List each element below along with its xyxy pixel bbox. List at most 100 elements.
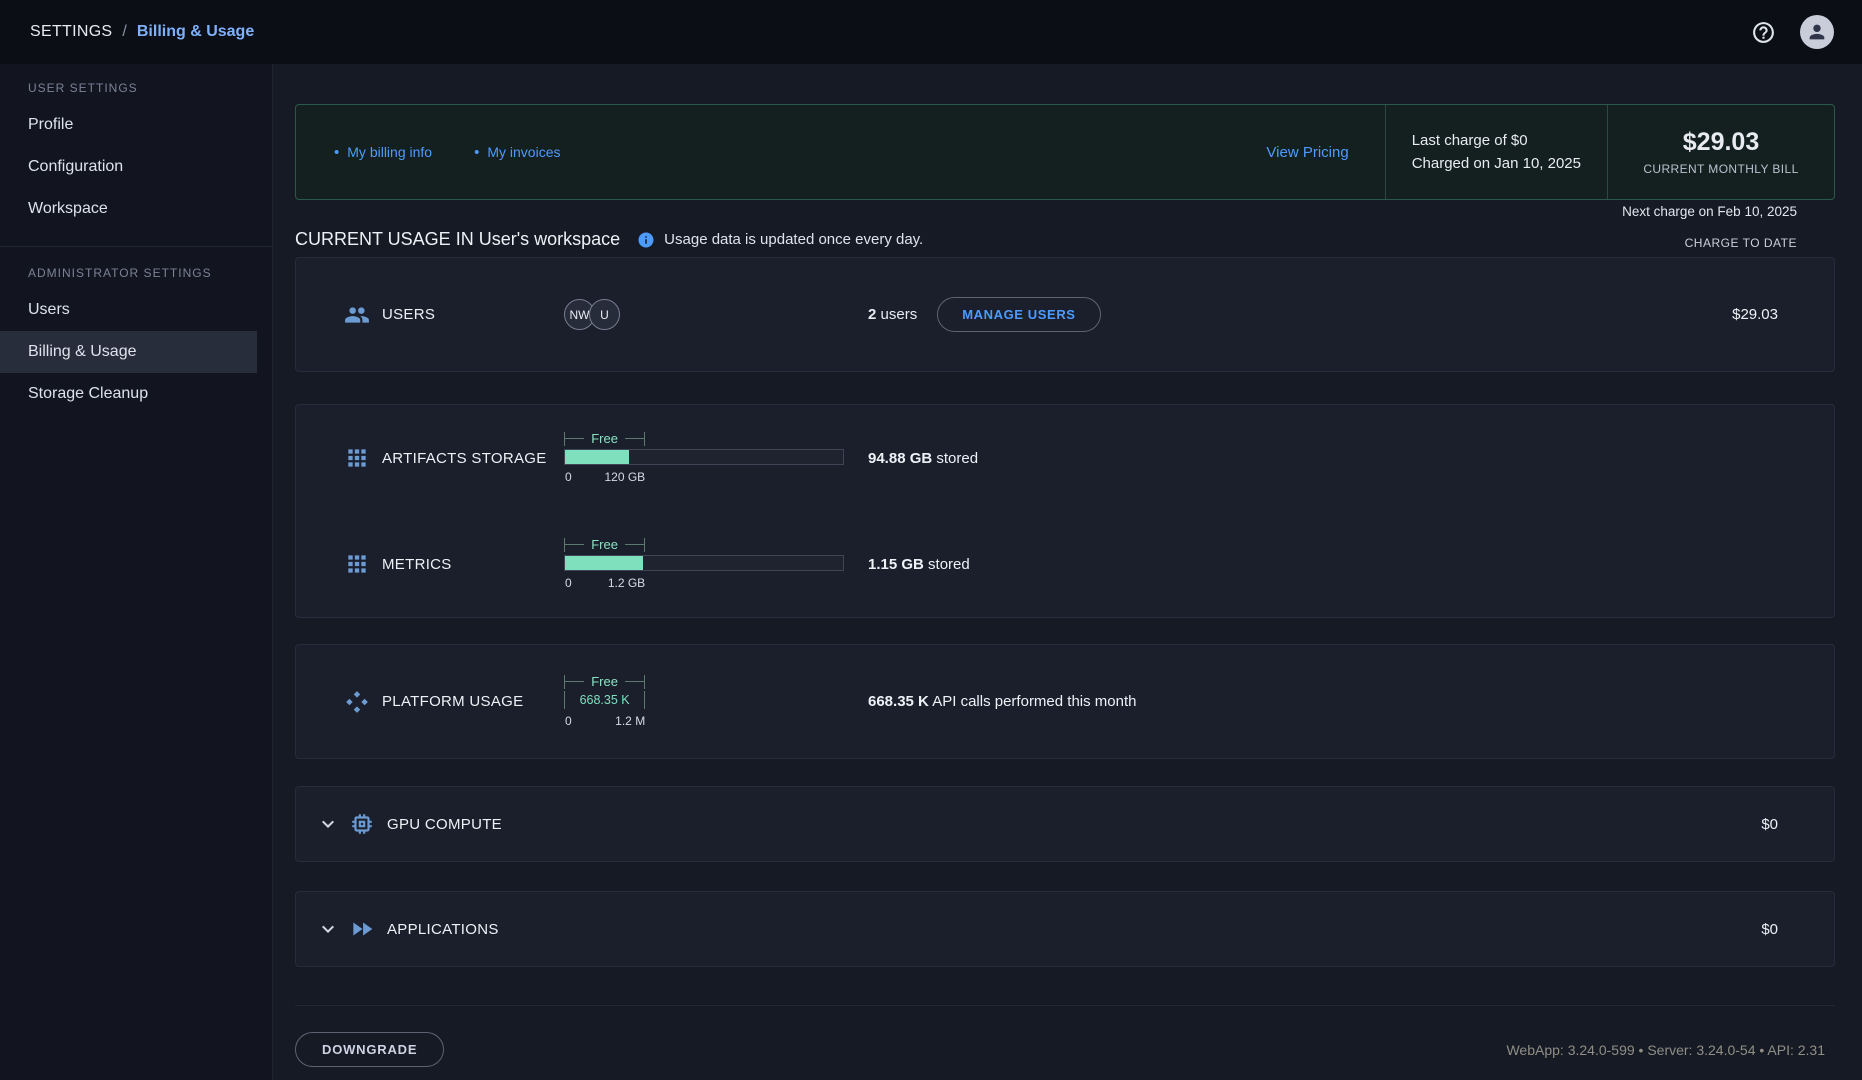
free-tier-label: Free [584,537,625,552]
my-invoices-label: My invoices [487,144,560,160]
users-label: USERS [382,306,564,323]
free-tier-bracket: Free [564,432,645,446]
applications-card: APPLICATIONS $0 [295,891,1835,967]
last-charge-date: Charged on Jan 10, 2025 [1412,155,1581,172]
sidebar-item-configuration[interactable]: Configuration [0,146,257,188]
users-group-icon [344,302,370,328]
api-calls-amount: 668.35 K [868,693,929,710]
manage-users-button[interactable]: MANAGE USERS [937,297,1100,332]
platform-usage-value: 668.35 K API calls performed this month [868,693,1136,710]
platform-usage-card: PLATFORM USAGE Free 668.35 K 0 1.2 M 668… [295,644,1835,759]
last-charge-block: Last charge of $0 Charged on Jan 10, 202… [1385,105,1608,199]
billing-summary-card: • My billing info • My invoices View Pri… [295,104,1835,200]
gpu-chip-icon [349,811,375,837]
avatar: U [589,299,620,330]
current-monthly-bill-block: $29.03 CURRENT MONTHLY BILL [1608,105,1834,199]
metrics-row: METRICS Free 0 1.2 GB 1.15 GB sto [296,511,1834,617]
sidebar-item-billing-usage[interactable]: Billing & Usage [0,331,257,373]
platform-usage-meter: Free 668.35 K 0 1.2 M [564,675,844,729]
breadcrumb-settings[interactable]: SETTINGS [30,23,112,41]
gpu-compute-label: GPU COMPUTE [387,816,502,833]
user-avatar-icon[interactable] [1800,15,1834,49]
settings-sidebar: USER SETTINGS Profile Configuration Work… [0,64,273,1080]
my-invoices-link[interactable]: • My invoices [474,144,560,161]
bracket-line [625,438,644,439]
current-monthly-bill-caption: CURRENT MONTHLY BILL [1643,162,1798,176]
app-root: SETTINGS / Billing & Usage USER SETTINGS… [0,0,1862,1080]
axis-max-label: 120 GB [604,470,645,484]
users-charge: $29.03 [1732,306,1778,323]
users-count: 2 users [868,306,917,323]
metrics-meter: Free 0 1.2 GB [564,538,844,591]
chevron-down-icon[interactable] [316,917,340,941]
artifacts-storage-row: ARTIFACTS STORAGE Free 0 120 GB 9 [296,405,1834,511]
artifacts-storage-meter: Free 0 120 GB [564,432,844,485]
footer: DOWNGRADE WebApp: 3.24.0-599 • Server: 3… [295,1006,1835,1067]
gpu-compute-card: GPU COMPUTE $0 [295,786,1835,862]
users-usage-card: USERS NW U 2 users MANAGE USERS $29.03 [295,257,1835,372]
sidebar-item-workspace[interactable]: Workspace [0,188,257,230]
grid-icon [344,551,370,577]
diamonds-icon [344,689,370,715]
usage-meter-fill [565,450,629,464]
users-count-suffix: users [876,306,917,323]
applications-row[interactable]: APPLICATIONS $0 [296,892,1834,966]
users-row: USERS NW U 2 users MANAGE USERS $29.03 [296,258,1834,371]
free-tier-label: Free [584,674,625,689]
usage-meter-track [564,449,844,465]
stored-amount: 94.88 GB [868,450,932,467]
storage-usage-card: ARTIFACTS STORAGE Free 0 120 GB 9 [295,404,1835,618]
sidebar-section-admin-settings: ADMINISTRATOR SETTINGS [0,267,272,279]
axis-max-label: 1.2 GB [608,576,645,590]
free-tier-label: Free [584,431,625,446]
axis-min-label: 0 [565,470,572,484]
chevron-down-icon[interactable] [316,812,340,836]
my-billing-info-link[interactable]: • My billing info [334,144,432,161]
charge-to-date-label: CHARGE TO DATE [1685,236,1835,250]
breadcrumb-separator: / [122,23,126,41]
usage-title: CURRENT USAGE IN User's workspace [295,229,620,250]
axis-min-label: 0 [565,714,572,728]
gpu-compute-charge: $0 [1761,816,1778,833]
applications-icon [349,916,375,942]
help-circle-icon[interactable] [1751,20,1776,45]
sidebar-item-users[interactable]: Users [0,289,257,331]
bracket-line [565,544,584,545]
current-monthly-bill-amount: $29.03 [1683,128,1759,157]
page-body: USER SETTINGS Profile Configuration Work… [0,64,1862,1080]
billing-links: • My billing info • My invoices [296,105,1266,199]
downgrade-button[interactable]: DOWNGRADE [295,1032,444,1067]
sidebar-item-storage-cleanup[interactable]: Storage Cleanup [0,373,257,415]
platform-usage-label: PLATFORM USAGE [382,693,564,710]
billing-usage-main: • My billing info • My invoices View Pri… [273,64,1862,1080]
bracket-line [565,681,584,682]
bullet-icon: • [334,144,339,161]
usage-meter-track [564,555,844,571]
free-tier-bracket: Free [564,675,645,689]
bullet-icon: • [474,144,479,161]
applications-label: APPLICATIONS [387,921,499,938]
view-pricing-link[interactable]: View Pricing [1266,144,1348,161]
metrics-value: 1.15 GB stored [868,556,970,573]
metrics-label: METRICS [382,556,564,573]
free-tier-bracket: Free [564,538,645,552]
usage-info-note: Usage data is updated once every day. [664,231,923,248]
axis-max-label: 1.2 M [615,714,645,728]
info-icon [637,231,655,249]
meter-axis: 0 1.2 GB [564,576,844,591]
user-avatar-stack: NW U [564,299,844,330]
gpu-compute-row[interactable]: GPU COMPUTE $0 [296,787,1834,861]
api-calls-current: 668.35 K [564,691,645,709]
topbar-actions [1751,15,1834,49]
next-charge-note: Next charge on Feb 10, 2025 [295,200,1835,220]
artifacts-storage-label: ARTIFACTS STORAGE [382,450,564,467]
sidebar-item-profile[interactable]: Profile [0,104,257,146]
usage-title-group: CURRENT USAGE IN User's workspace Usage … [295,229,923,250]
bracket-line [565,438,584,439]
platform-usage-row: PLATFORM USAGE Free 668.35 K 0 1.2 M 668… [296,645,1834,758]
usage-header: CURRENT USAGE IN User's workspace Usage … [295,226,1835,250]
stored-suffix: stored [924,556,970,573]
axis-min-label: 0 [565,576,572,590]
sidebar-section-user-settings: USER SETTINGS [0,82,272,94]
meter-axis: 0 1.2 M [564,714,844,729]
